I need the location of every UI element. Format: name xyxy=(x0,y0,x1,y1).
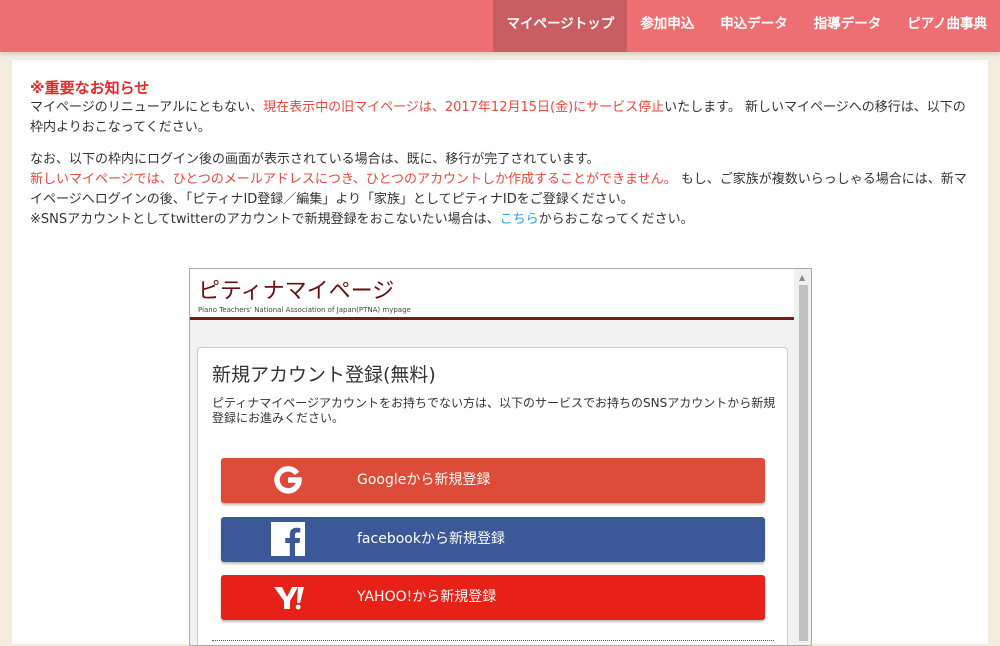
facebook-signup-label: facebookから新規登録 xyxy=(357,531,505,547)
notice-text: からおこなってください。 xyxy=(538,212,694,227)
notice-paragraph-1: マイページのリニューアルにともない、現在表示中の旧マイページは、2017年12月… xyxy=(30,98,975,138)
notice-text: なお、以下の枠内にログイン後の画面が表示されている場合は、既に、移行が完了されて… xyxy=(30,152,600,167)
scroll-up-arrow-icon[interactable]: ▲ xyxy=(799,273,805,282)
nav-item-mypage-top[interactable]: マイページトップ xyxy=(493,0,628,52)
notice-paragraph-3: ※SNSアカウントとしてtwitterのアカウントで新規登録をおこないたい場合は… xyxy=(30,210,975,230)
embedded-mypage-frame: ピティナマイページ Piano Teachers' National Assoc… xyxy=(189,268,812,646)
dotted-divider xyxy=(212,640,774,641)
frame-subtitle: Piano Teachers' National Association of … xyxy=(198,306,411,314)
yahoo-signup-label: YAHOO!から新規登録 xyxy=(357,589,497,605)
notice-paragraph-2: なお、以下の枠内にログイン後の画面が表示されている場合は、既に、移行が完了されて… xyxy=(30,150,975,210)
twitter-signup-link[interactable]: こちら xyxy=(500,212,539,227)
facebook-signup-button[interactable]: facebookから新規登録 xyxy=(221,517,765,562)
frame-header: ピティナマイページ Piano Teachers' National Assoc… xyxy=(190,269,794,317)
nav-item-piano-encyclopedia[interactable]: ピアノ曲事典 xyxy=(894,0,1000,52)
frame-title: ピティナマイページ xyxy=(198,279,395,304)
nav-item-entry[interactable]: 参加申込 xyxy=(627,0,707,52)
signup-card: 新規アカウント登録(無料) ピティナマイページアカウントをお持ちでない方は、以下… xyxy=(197,347,788,645)
nav-item-entry-data[interactable]: 申込データ xyxy=(707,0,801,52)
yahoo-y-icon xyxy=(274,587,304,610)
facebook-f-icon xyxy=(271,522,305,556)
google-signup-label: Googleから新規登録 xyxy=(357,472,491,488)
signup-title: 新規アカウント登録(無料) xyxy=(212,364,436,386)
notice-text: マイページのリニューアルにともない、 xyxy=(30,100,264,115)
nav-menu: マイページトップ 参加申込 申込データ 指導データ ピアノ曲事典 xyxy=(493,0,1000,52)
frame-scrollbar[interactable]: ▲ xyxy=(796,269,811,645)
nav-item-teaching-data[interactable]: 指導データ xyxy=(801,0,895,52)
important-notice: ※重要なお知らせ マイページのリニューアルにともない、現在表示中の旧マイページは… xyxy=(30,78,975,230)
yahoo-signup-button[interactable]: YAHOO!から新規登録 xyxy=(221,575,765,620)
notice-title: ※重要なお知らせ xyxy=(30,79,150,97)
frame-header-divider xyxy=(190,317,794,320)
notice-highlight: 現在表示中の旧マイページは、2017年12月15日(金)にサービス停止 xyxy=(263,100,665,115)
top-navigation-bar: マイページトップ 参加申込 申込データ 指導データ ピアノ曲事典 xyxy=(0,0,1000,52)
notice-highlight: 新しいマイページでは、ひとつのメールアドレスにつき、ひとつのアカウントしか作成す… xyxy=(30,172,677,187)
signup-description: ピティナマイページアカウントをお持ちでない方は、以下のサービスでお持ちのSNSア… xyxy=(212,396,776,425)
google-g-icon xyxy=(274,466,302,494)
notice-text: ※SNSアカウントとしてtwitterのアカウントで新規登録をおこないたい場合は… xyxy=(30,212,500,227)
google-signup-button[interactable]: Googleから新規登録 xyxy=(221,458,765,503)
scrollbar-thumb[interactable] xyxy=(799,285,808,641)
